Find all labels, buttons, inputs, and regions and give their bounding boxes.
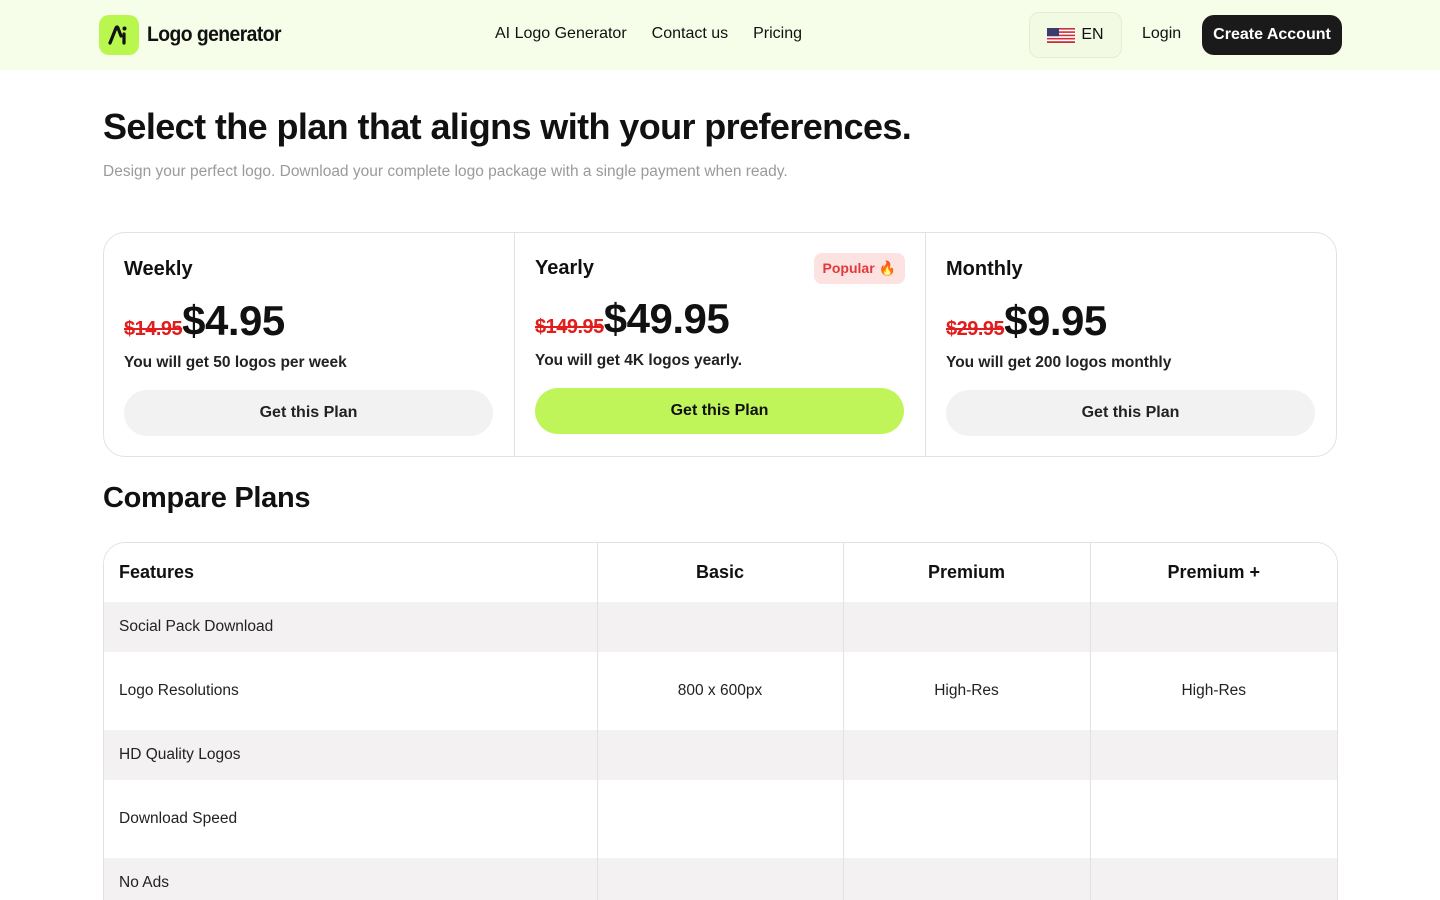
premium-plus-cell xyxy=(1089,780,1337,858)
table-header-row: Features Basic Premium Premium + xyxy=(104,543,1337,602)
table-row: Logo Resolutions 800 x 600px High-Res Hi… xyxy=(104,652,1337,730)
basic-cell: 800 x 600px xyxy=(596,652,843,730)
price-row: $149.95 $49.95 xyxy=(535,295,730,343)
premium-plus-cell xyxy=(1089,858,1337,900)
plan-name: Weekly xyxy=(124,258,193,280)
premium-cell xyxy=(842,858,1090,900)
plan-card-monthly: Monthly $29.95 $9.95 You will get 200 lo… xyxy=(925,233,1336,456)
basic-cell xyxy=(596,730,843,780)
current-price: $4.95 xyxy=(182,297,285,344)
premium-cell xyxy=(842,730,1090,780)
page-title: Select the plan that aligns with your pr… xyxy=(103,106,912,147)
main-nav: AI Logo Generator Contact us Pricing xyxy=(495,25,802,43)
price-row: $14.95 $4.95 xyxy=(124,297,285,345)
basic-cell xyxy=(596,602,843,652)
plan-description: You will get 50 logos per week xyxy=(124,354,347,371)
nav-ai-logo-generator[interactable]: AI Logo Generator xyxy=(495,25,627,43)
language-code: EN xyxy=(1081,26,1104,43)
premium-cell: High-Res xyxy=(842,652,1090,730)
nav-pricing[interactable]: Pricing xyxy=(753,25,802,43)
ai-logo-icon xyxy=(99,15,139,55)
feature-label: HD Quality Logos xyxy=(104,730,597,780)
old-price: $149.95 xyxy=(535,316,604,338)
plan-description: You will get 200 logos monthly xyxy=(946,354,1172,371)
column-header-basic: Basic xyxy=(596,543,843,602)
basic-cell xyxy=(596,858,843,900)
feature-label: Social Pack Download xyxy=(104,602,597,652)
column-header-features: Features xyxy=(104,543,597,602)
premium-plus-cell xyxy=(1089,602,1337,652)
feature-label: Download Speed xyxy=(104,780,597,858)
premium-plus-cell xyxy=(1089,730,1337,780)
current-price: $49.95 xyxy=(603,295,730,342)
table-row: No Ads xyxy=(104,858,1337,900)
feature-label: Logo Resolutions xyxy=(104,652,597,730)
current-price: $9.95 xyxy=(1004,297,1107,344)
language-selector[interactable]: EN xyxy=(1029,12,1122,58)
plan-description: You will get 4K logos yearly. xyxy=(535,352,743,369)
price-row: $29.95 $9.95 xyxy=(946,297,1107,345)
table-row: Social Pack Download xyxy=(104,602,1337,652)
premium-plus-cell: High-Res xyxy=(1089,652,1337,730)
popular-badge: Popular 🔥 xyxy=(813,253,905,284)
feature-label: No Ads xyxy=(104,858,597,900)
plan-card-yearly: Yearly Popular 🔥 $149.95 $49.95 You will… xyxy=(514,233,925,456)
basic-cell xyxy=(596,780,843,858)
top-header: Logo generator AI Logo Generator Contact… xyxy=(0,0,1440,70)
plan-name: Yearly xyxy=(535,257,594,279)
plan-card-weekly: Weekly $14.95 $4.95 You will get 50 logo… xyxy=(104,233,514,456)
column-header-premium-plus: Premium + xyxy=(1089,543,1337,602)
nav-contact-us[interactable]: Contact us xyxy=(652,25,728,43)
old-price: $29.95 xyxy=(946,318,1005,340)
brand-logo[interactable]: Logo generator xyxy=(99,15,293,55)
pricing-plans: Weekly $14.95 $4.95 You will get 50 logo… xyxy=(103,232,1337,457)
create-account-button[interactable]: Create Account xyxy=(1202,15,1342,55)
get-yearly-plan-button[interactable]: Get this Plan xyxy=(535,388,904,434)
brand-name: Logo generator xyxy=(147,23,282,46)
us-flag-icon xyxy=(1047,27,1076,43)
compare-plans-title: Compare Plans xyxy=(103,482,311,514)
column-header-premium: Premium xyxy=(842,543,1090,602)
table-row: HD Quality Logos xyxy=(104,730,1337,780)
plan-name: Monthly xyxy=(946,258,1023,280)
old-price: $14.95 xyxy=(124,318,183,340)
page-subtitle: Design your perfect logo. Download your … xyxy=(103,163,788,180)
get-weekly-plan-button[interactable]: Get this Plan xyxy=(124,390,493,436)
premium-cell xyxy=(842,780,1090,858)
login-link[interactable]: Login xyxy=(1142,25,1181,43)
premium-cell xyxy=(842,602,1090,652)
table-row: Download Speed xyxy=(104,780,1337,858)
compare-table: Features Basic Premium Premium + Social … xyxy=(103,542,1338,900)
get-monthly-plan-button[interactable]: Get this Plan xyxy=(946,390,1315,436)
